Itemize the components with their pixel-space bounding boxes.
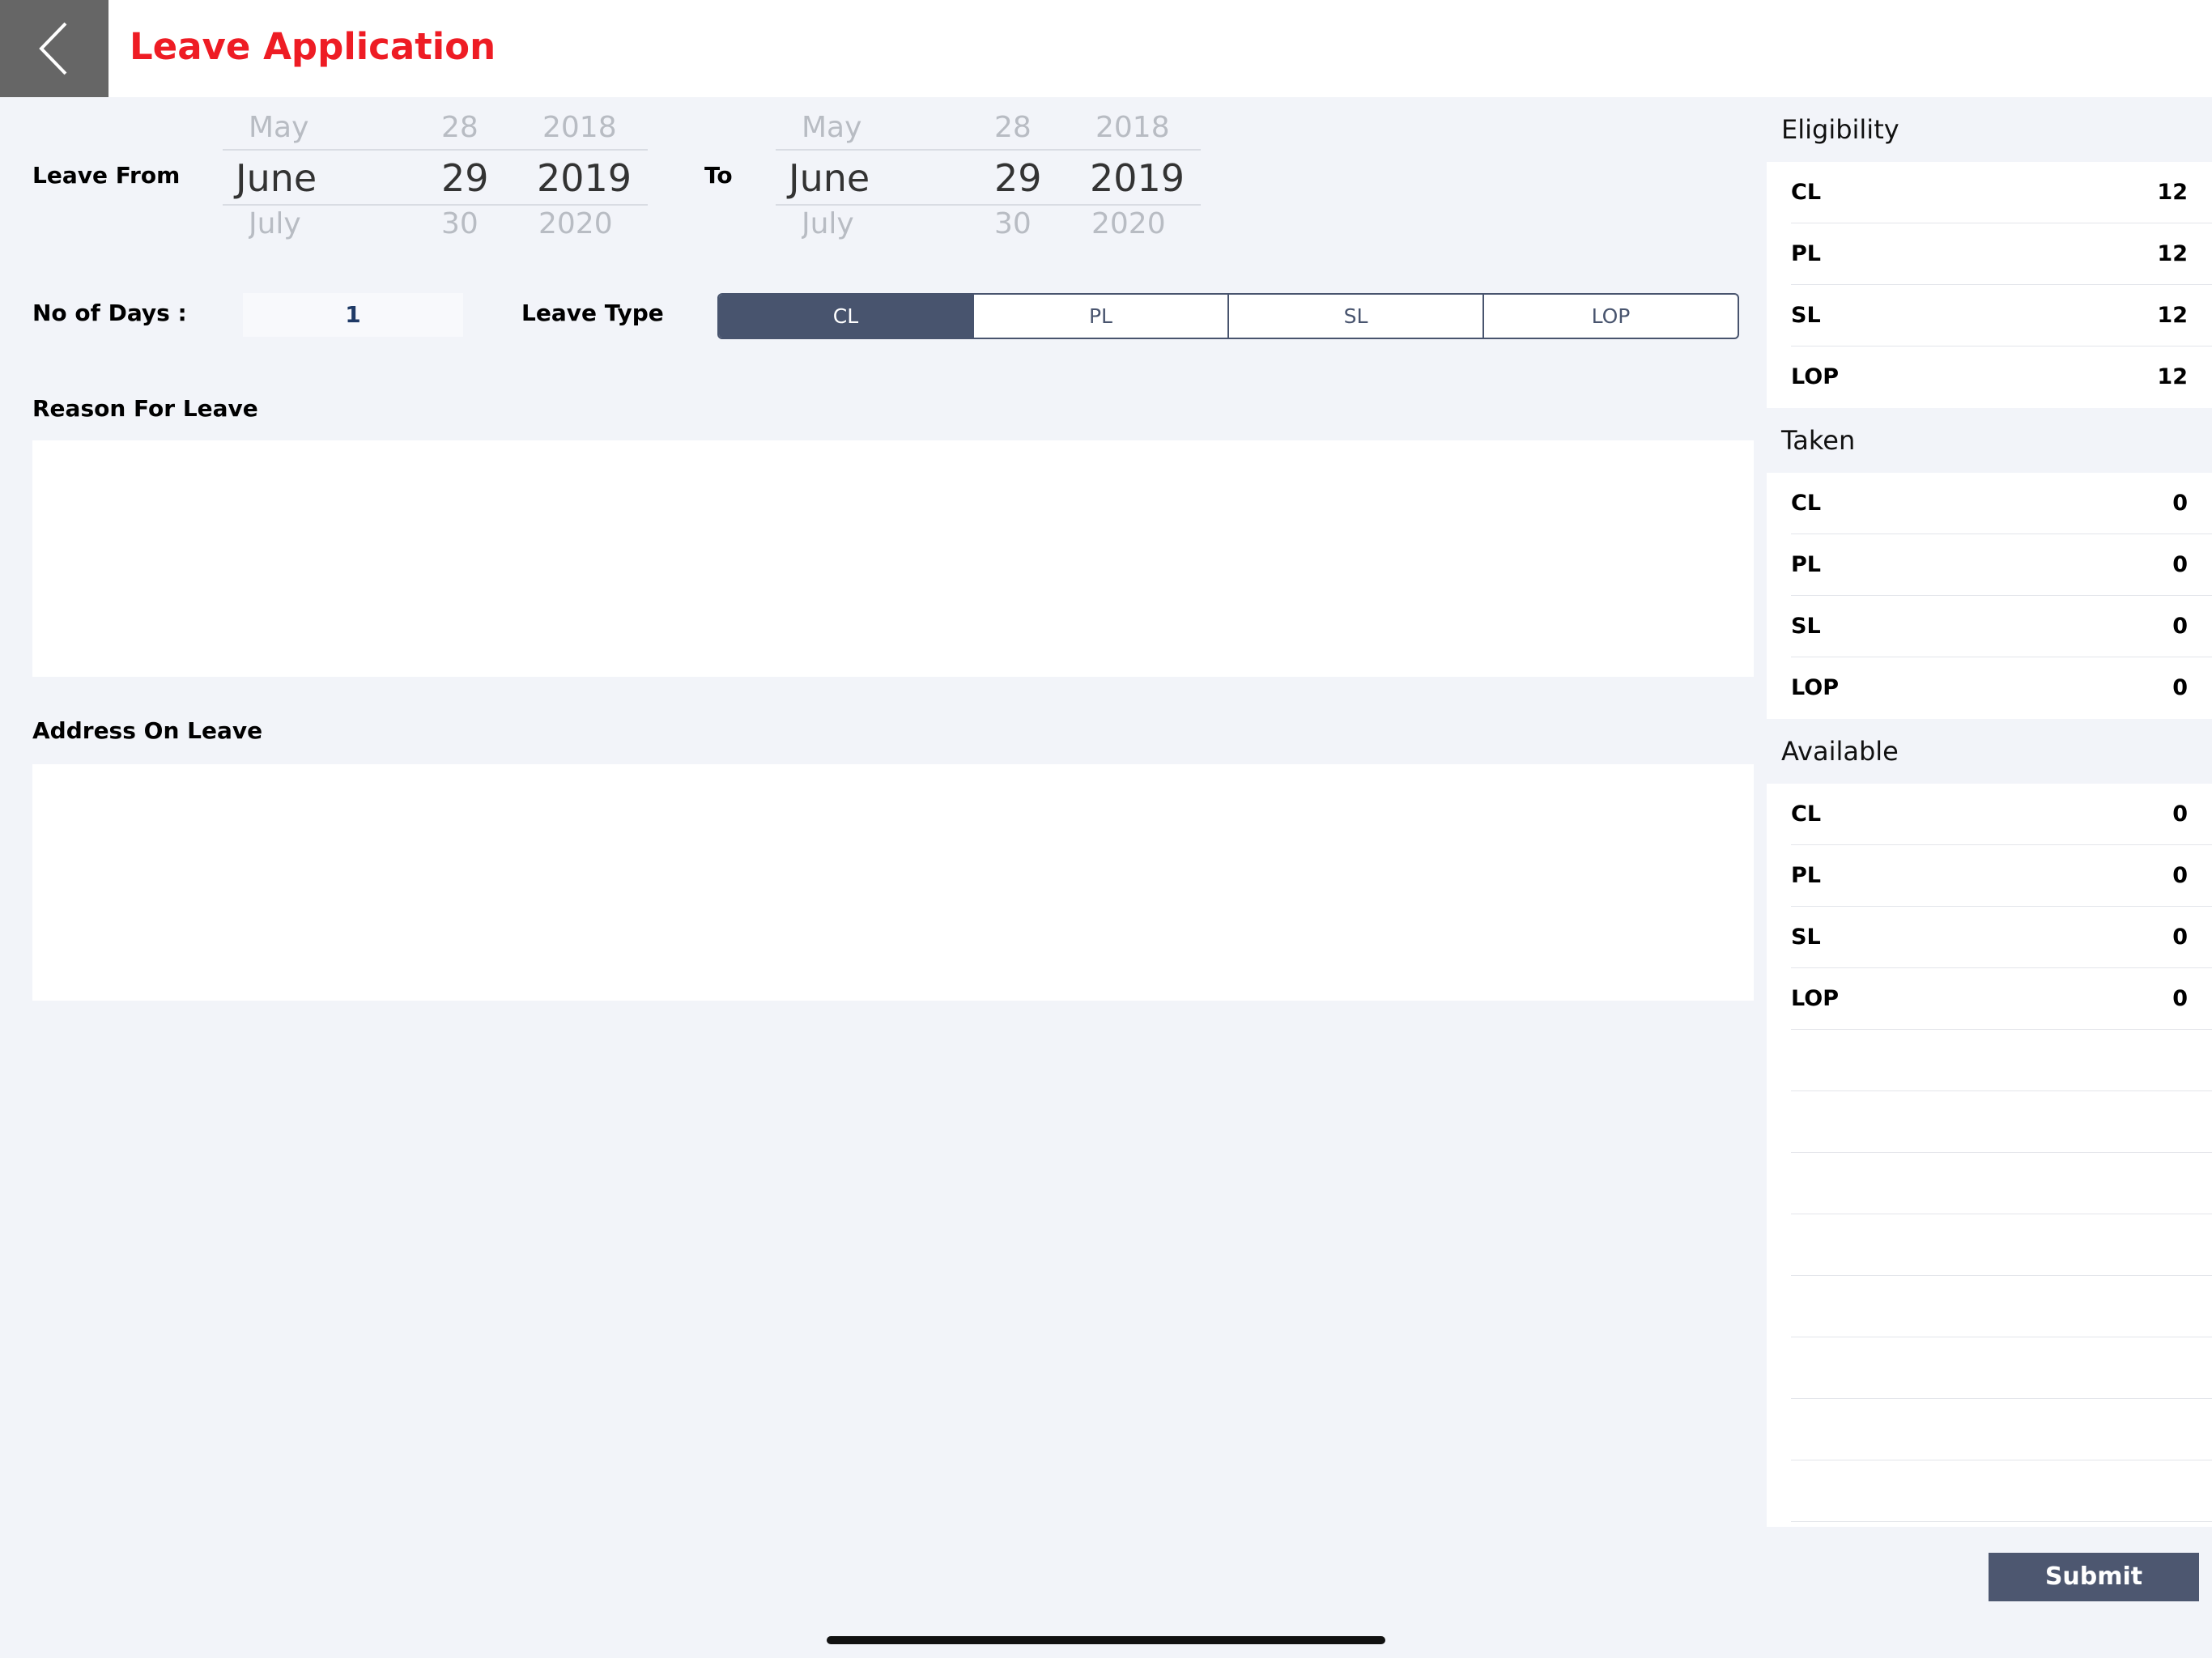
chevron-left-icon	[39, 22, 67, 75]
picker-prev-day[interactable]: 28	[441, 104, 479, 144]
picker-prev-month[interactable]: May	[249, 104, 308, 144]
picker-prev-year[interactable]: 2018	[1095, 104, 1170, 144]
row-value: 12	[2157, 303, 2188, 328]
leave-summary-panel: Eligibility CL 12 PL 12 SL 12 LOP 12 Tak…	[1767, 97, 2212, 1527]
leave-type-lop[interactable]: LOP	[1482, 295, 1738, 338]
picker-next-year[interactable]: 2020	[538, 209, 613, 243]
row-label: CL	[1791, 491, 1822, 516]
empty-list-row	[1791, 1460, 2212, 1522]
picker-next-year[interactable]: 2020	[1091, 209, 1166, 243]
row-value: 0	[2172, 925, 2188, 950]
row-value: 0	[2172, 863, 2188, 888]
picker-next-day[interactable]: 30	[994, 209, 1032, 243]
leave-type-cl[interactable]: CL	[719, 295, 972, 338]
leave-type-segmented-control[interactable]: CL PL SL LOP	[717, 293, 1739, 339]
picker-current-day[interactable]: 29	[994, 152, 1042, 204]
no-of-days-label: No of Days :	[32, 300, 187, 326]
picker-current-day[interactable]: 29	[441, 152, 489, 204]
taken-header: Taken	[1767, 408, 2212, 473]
home-indicator[interactable]	[827, 1636, 1385, 1644]
row-value: 0	[2172, 986, 2188, 1011]
page-title: Leave Application	[130, 25, 496, 68]
back-button[interactable]	[0, 0, 108, 97]
available-row: LOP 0	[1791, 968, 2212, 1030]
available-row: SL 0	[1791, 907, 2212, 968]
row-value: 12	[2157, 180, 2188, 205]
row-value: 0	[2172, 614, 2188, 639]
to-label: To	[704, 162, 733, 189]
empty-list-row	[1791, 1091, 2212, 1153]
picker-next-month[interactable]: July	[802, 209, 854, 243]
picker-current-month[interactable]: June	[236, 152, 317, 204]
picker-current-year[interactable]: 2019	[537, 152, 632, 204]
reason-textarea[interactable]	[32, 440, 1754, 677]
picker-next-day[interactable]: 30	[441, 209, 479, 243]
taken-row: PL 0	[1791, 534, 2212, 596]
row-label: SL	[1791, 925, 1821, 950]
eligibility-row: SL 12	[1791, 285, 2212, 346]
eligibility-row: PL 12	[1791, 223, 2212, 285]
picker-selection-line-top	[776, 149, 1201, 151]
picker-selection-line-bottom	[223, 204, 648, 206]
row-value: 0	[2172, 675, 2188, 700]
row-value: 0	[2172, 552, 2188, 577]
row-label: PL	[1791, 241, 1821, 266]
picker-prev-year[interactable]: 2018	[542, 104, 617, 144]
leave-type-pl[interactable]: PL	[972, 295, 1227, 338]
row-label: PL	[1791, 863, 1821, 888]
header-bar: Leave Application	[0, 0, 2212, 97]
eligibility-header: Eligibility	[1767, 97, 2212, 162]
picker-prev-day[interactable]: 28	[994, 104, 1032, 144]
row-label: LOP	[1791, 986, 1839, 1011]
leave-from-label: Leave From	[32, 162, 181, 189]
picker-current-month[interactable]: June	[789, 152, 870, 204]
empty-list-row	[1791, 1337, 2212, 1399]
row-label: SL	[1791, 614, 1821, 639]
row-label: SL	[1791, 303, 1821, 328]
row-value: 12	[2157, 364, 2188, 389]
reason-label: Reason For Leave	[32, 395, 258, 422]
empty-list-row	[1791, 1276, 2212, 1337]
address-label: Address On Leave	[32, 717, 263, 744]
taken-row: CL 0	[1791, 473, 2212, 534]
row-label: CL	[1791, 180, 1822, 205]
empty-list-row	[1791, 1214, 2212, 1276]
empty-list-row	[1791, 1030, 2212, 1091]
eligibility-row: LOP 12	[1791, 346, 2212, 408]
picker-selection-line-bottom	[776, 204, 1201, 206]
row-value: 12	[2157, 241, 2188, 266]
row-label: LOP	[1791, 364, 1839, 389]
leave-to-date-picker[interactable]: May 28 2018 June 29 2019 July 30 2020	[776, 104, 1201, 243]
available-row: CL 0	[1791, 784, 2212, 845]
available-row: PL 0	[1791, 845, 2212, 907]
picker-current-year[interactable]: 2019	[1090, 152, 1185, 204]
row-label: LOP	[1791, 675, 1839, 700]
picker-prev-month[interactable]: May	[802, 104, 861, 144]
picker-next-month[interactable]: July	[249, 209, 301, 243]
taken-row: SL 0	[1791, 596, 2212, 657]
empty-list-row	[1791, 1399, 2212, 1460]
address-textarea[interactable]	[32, 764, 1754, 1001]
available-header: Available	[1767, 719, 2212, 784]
row-value: 0	[2172, 491, 2188, 516]
leave-type-sl[interactable]: SL	[1227, 295, 1482, 338]
row-label: PL	[1791, 552, 1821, 577]
no-of-days-value: 1	[243, 293, 463, 337]
row-label: CL	[1791, 801, 1822, 827]
taken-row: LOP 0	[1791, 657, 2212, 719]
leave-from-date-picker[interactable]: May 28 2018 June 29 2019 July 30 2020	[223, 104, 648, 243]
empty-list-row	[1791, 1153, 2212, 1214]
picker-selection-line-top	[223, 149, 648, 151]
eligibility-row: CL 12	[1791, 162, 2212, 223]
submit-button[interactable]: Submit	[1989, 1553, 2199, 1601]
row-value: 0	[2172, 801, 2188, 827]
leave-type-label: Leave Type	[521, 300, 664, 326]
